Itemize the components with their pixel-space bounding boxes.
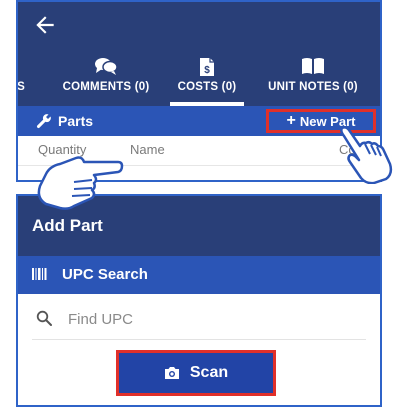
barcode-icon xyxy=(32,268,47,280)
scan-button-highlight: Scan xyxy=(116,350,276,396)
pointing-hand-icon xyxy=(340,126,393,184)
parts-section-title: Parts xyxy=(58,113,94,129)
tab-costs[interactable]: $ COSTS (0) xyxy=(170,48,244,106)
parts-section-bar: Parts + New Part xyxy=(18,106,380,136)
tab-label: UNIT NOTES (0) xyxy=(268,81,358,93)
svg-text:$: $ xyxy=(204,65,210,76)
open-book-icon xyxy=(302,58,324,74)
dollar-document-icon: $ xyxy=(200,58,214,76)
tab-label: COSTS (0) xyxy=(177,81,237,93)
tab-unit-notes[interactable]: UNIT NOTES (0) xyxy=(246,48,380,106)
tab-label: COMMENTS (0) xyxy=(62,81,150,93)
upc-search-bar: UPC Search xyxy=(18,256,380,294)
tab-comments[interactable]: COMMENTS (0) xyxy=(44,48,168,106)
add-part-panel: Add Part UPC Search Scan xyxy=(16,194,382,407)
chat-bubbles-icon xyxy=(95,58,118,75)
find-upc-input[interactable] xyxy=(68,304,348,334)
input-underline xyxy=(32,339,366,340)
back-arrow-icon[interactable] xyxy=(32,12,58,38)
tab-label: S xyxy=(17,81,25,93)
tab-bar: S COMMENTS (0) $ COSTS (0) UNIT NOTES (0… xyxy=(18,48,380,106)
top-app-bar xyxy=(18,2,380,48)
plus-icon: + xyxy=(286,112,296,129)
scan-label: Scan xyxy=(189,364,229,381)
camera-icon xyxy=(164,367,179,379)
search-icon xyxy=(36,310,52,326)
upc-search-row xyxy=(18,294,380,344)
add-part-title: Add Part xyxy=(32,216,103,235)
upc-search-title: UPC Search xyxy=(62,266,148,283)
pointing-hand-icon xyxy=(37,156,124,210)
column-header-name: Name xyxy=(130,142,165,157)
scan-button[interactable]: Scan xyxy=(119,353,273,393)
wrench-icon xyxy=(36,114,51,129)
tab-partial[interactable]: S xyxy=(17,48,32,106)
